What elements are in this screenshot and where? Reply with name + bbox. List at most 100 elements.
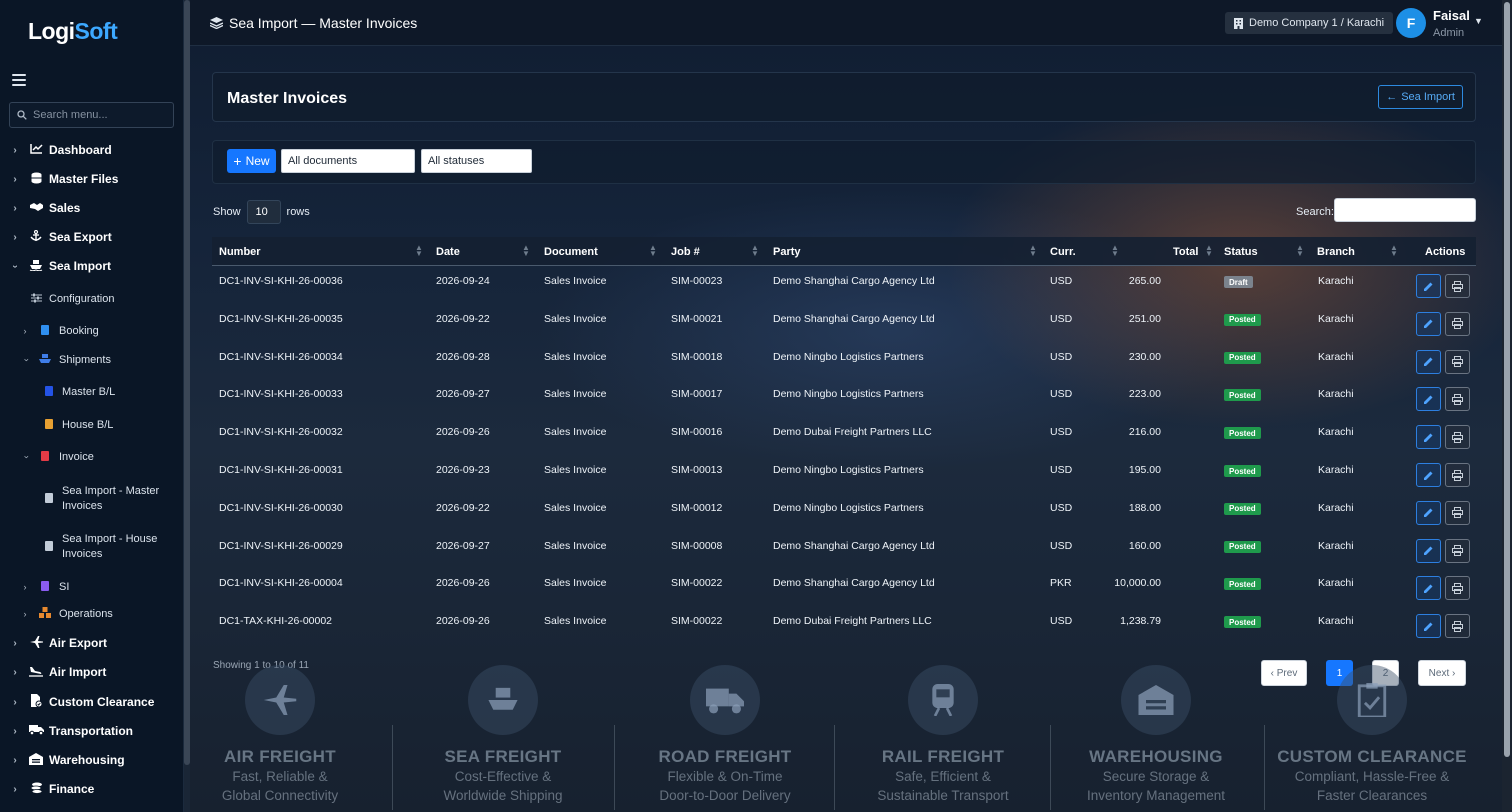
sort-icon[interactable]: ▲ ▼ xyxy=(1029,244,1037,258)
cell-curr: USD xyxy=(1050,615,1073,628)
sidebar-item-si[interactable]: › SI xyxy=(0,578,183,596)
company-selector[interactable]: Demo Company 1 / Karachi xyxy=(1225,12,1394,34)
print-icon[interactable] xyxy=(1445,274,1470,298)
sort-icon[interactable]: ▲ ▼ xyxy=(649,244,657,258)
column-header-document[interactable]: Document xyxy=(544,246,598,258)
menu-search[interactable] xyxy=(9,102,174,128)
sidebar-item-shipments[interactable]: › Shipments xyxy=(0,351,183,369)
cell-total: 230.00 xyxy=(1128,350,1161,363)
edit-icon[interactable] xyxy=(1416,311,1441,336)
sort-icon[interactable]: ▲ ▼ xyxy=(415,244,423,258)
print-icon[interactable] xyxy=(1445,311,1470,336)
sidebar: LogiSoft › Dashboard › Master Files › Sa… xyxy=(0,0,184,812)
edit-icon[interactable] xyxy=(1416,500,1441,525)
edit-icon[interactable] xyxy=(1416,614,1441,639)
cell-party: Demo Ningbo Logistics Partners xyxy=(773,464,924,476)
sidebar-item-dashboard[interactable]: › Dashboard xyxy=(0,138,183,162)
edit-icon[interactable] xyxy=(1416,425,1441,450)
sort-icon[interactable]: ▲ ▼ xyxy=(751,244,759,258)
sort-icon[interactable]: ▲ ▼ xyxy=(1205,244,1213,258)
sidebar-item-booking[interactable]: › Booking xyxy=(0,322,183,340)
file-icon xyxy=(43,385,55,399)
column-header-total[interactable]: Total xyxy=(1173,246,1198,258)
column-header-number[interactable]: Number xyxy=(219,246,261,258)
app-logo[interactable]: LogiSoft xyxy=(28,18,118,45)
edit-icon[interactable] xyxy=(1416,387,1441,412)
column-header-party[interactable]: Party xyxy=(773,246,801,258)
sidebar-item-sea-import-master-invoices[interactable]: Sea Import - Master Invoices xyxy=(0,484,183,514)
print-icon[interactable] xyxy=(1445,425,1470,450)
sort-icon[interactable]: ▲ ▼ xyxy=(1296,244,1304,258)
cell-document: Sales Invoice xyxy=(544,464,607,476)
table-row[interactable]: DC1-INV-SI-KHI-26-00029 2026-09-27 Sales I… xyxy=(212,531,1476,569)
print-icon[interactable] xyxy=(1445,463,1470,487)
table-row[interactable]: DC1-INV-SI-KHI-26-00036 2026-09-24 Sales I… xyxy=(212,266,1476,304)
sidebar-item-sea-import-house-invoices[interactable]: Sea Import - House Invoices xyxy=(0,532,183,562)
hamburger-menu-icon[interactable] xyxy=(12,74,26,88)
column-header-branch[interactable]: Branch xyxy=(1317,246,1355,258)
print-icon[interactable] xyxy=(1445,614,1470,639)
status-badge: Posted xyxy=(1224,502,1261,515)
cell-curr: USD xyxy=(1050,539,1073,552)
column-header-date[interactable]: Date xyxy=(436,246,460,258)
table-row[interactable]: DC1-INV-SI-KHI-26-00032 2026-09-26 Sales I… xyxy=(212,417,1476,455)
print-icon[interactable] xyxy=(1445,387,1470,412)
table-search-input[interactable] xyxy=(1334,198,1476,222)
sidebar-item-air-export[interactable]: › Air Export xyxy=(0,631,183,655)
print-icon[interactable] xyxy=(1445,500,1470,525)
sidebar-item-custom-clearance[interactable]: › Custom Clearance xyxy=(0,690,183,714)
sort-icon[interactable]: ▲ ▼ xyxy=(522,244,530,258)
print-icon[interactable] xyxy=(1445,576,1470,601)
table-row[interactable]: DC1-INV-SI-KHI-26-00031 2026-09-23 Sales I… xyxy=(212,455,1476,493)
user-name[interactable]: Faisal xyxy=(1433,8,1470,23)
edit-icon[interactable] xyxy=(1416,349,1441,374)
sort-icon[interactable]: ▲ ▼ xyxy=(1390,244,1398,258)
caret-down-icon[interactable]: ▼ xyxy=(1474,16,1483,26)
sidebar-item-invoice[interactable]: › Invoice xyxy=(0,448,183,466)
new-invoice-button[interactable]: + New xyxy=(227,149,276,173)
sidebar-item-warehousing[interactable]: › Warehousing xyxy=(0,748,183,772)
sidebar-item-transportation[interactable]: › Transportation xyxy=(0,719,183,743)
column-header-currency[interactable]: Curr. xyxy=(1050,246,1076,258)
print-icon[interactable] xyxy=(1445,538,1470,563)
sort-icon[interactable]: ▲ ▼ xyxy=(1111,244,1119,258)
cell-document: Sales Invoice xyxy=(544,312,607,325)
sidebar-item-master-files[interactable]: › Master Files xyxy=(0,167,183,191)
edit-icon[interactable] xyxy=(1416,274,1441,298)
sidebar-item-operations[interactable]: › Operations xyxy=(0,605,183,623)
edit-icon[interactable] xyxy=(1416,576,1441,601)
print-icon[interactable] xyxy=(1445,349,1470,374)
edit-icon[interactable] xyxy=(1416,538,1441,563)
table-row[interactable]: DC1-INV-SI-KHI-26-00004 2026-09-26 Sales I… xyxy=(212,568,1476,606)
table-row[interactable]: DC1-TAX-KHI-26-00002 2026-09-26 Sales Invo… xyxy=(212,606,1476,644)
avatar[interactable]: F xyxy=(1396,8,1426,38)
table-row[interactable]: DC1-INV-SI-KHI-26-00030 2026-09-22 Sales I… xyxy=(212,493,1476,531)
cell-party: Demo Shanghai Cargo Agency Ltd xyxy=(773,539,935,552)
cell-curr: USD xyxy=(1050,501,1073,514)
document-filter-select[interactable]: All documents xyxy=(281,149,415,173)
sidebar-item-finance[interactable]: › Finance xyxy=(0,777,183,801)
edit-icon[interactable] xyxy=(1416,463,1441,487)
status-filter-select[interactable]: All statuses xyxy=(421,149,532,173)
sidebar-item-sea-import[interactable]: › Sea Import xyxy=(0,254,183,278)
sidebar-item-air-import[interactable]: › Air Import xyxy=(0,660,183,684)
back-to-sea-import-button[interactable]: ← Sea Import xyxy=(1378,85,1463,109)
table-row[interactable]: DC1-INV-SI-KHI-26-00035 2026-09-22 Sales I… xyxy=(212,304,1476,342)
chevron-right-icon: › xyxy=(13,202,17,214)
rows-per-page-input[interactable]: 10 xyxy=(246,200,281,224)
sidebar-item-sales[interactable]: › Sales xyxy=(0,196,183,220)
table-row[interactable]: DC1-INV-SI-KHI-26-00033 2026-09-27 Sales I… xyxy=(212,379,1476,417)
page-scrollbar[interactable] xyxy=(1502,0,1512,812)
cell-job: SIM-00008 xyxy=(671,539,723,552)
column-header-status[interactable]: Status xyxy=(1224,246,1258,258)
sidebar-item-sea-export[interactable]: › Sea Export xyxy=(0,225,183,249)
menu-search-input[interactable] xyxy=(33,109,163,121)
service-tagline: Fast, Reliable & xyxy=(232,769,328,784)
column-header-job[interactable]: Job # xyxy=(671,246,700,258)
sidebar-item-master-bl[interactable]: Master B/L xyxy=(0,383,183,401)
status-badge: Posted xyxy=(1224,427,1261,440)
table-row[interactable]: DC1-INV-SI-KHI-26-00034 2026-09-28 Sales I… xyxy=(212,342,1476,380)
cell-curr: USD xyxy=(1050,426,1073,439)
sidebar-item-house-bl[interactable]: House B/L xyxy=(0,416,183,434)
sidebar-item-configuration[interactable]: Configuration xyxy=(0,290,183,308)
